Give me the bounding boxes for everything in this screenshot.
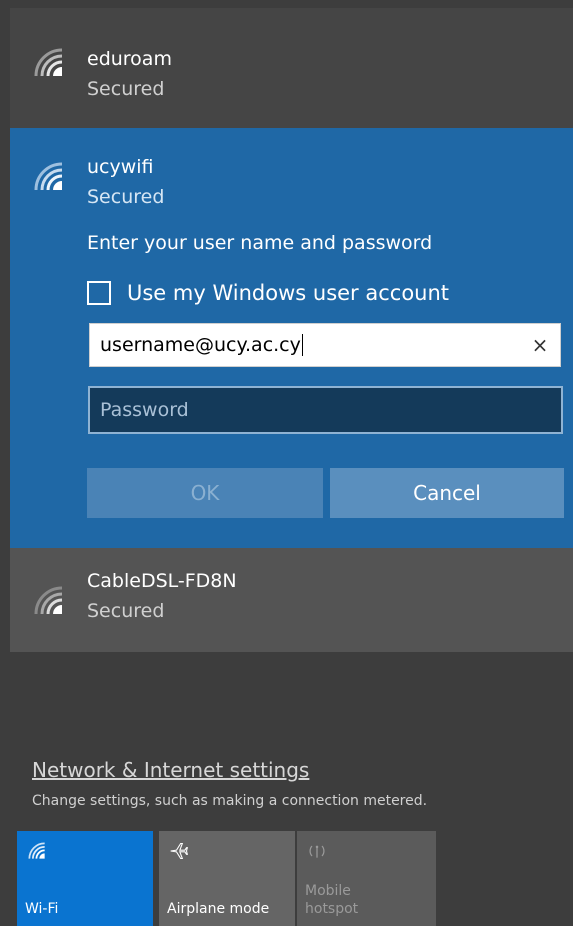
airplane-icon (169, 841, 189, 865)
wifi-signal-icon (32, 160, 66, 194)
wifi-icon (27, 841, 47, 865)
wifi-tile-label: Wi-Fi (25, 900, 59, 917)
network-flyout: eduroam Secured ucywifi Secured Enter yo… (0, 0, 573, 926)
hotspot-icon (307, 841, 327, 865)
network-item-cabledsl[interactable]: CableDSL-FD8N Secured (10, 548, 573, 652)
text-caret (301, 334, 303, 357)
airplane-mode-tile[interactable]: Airplane mode (159, 831, 295, 926)
username-value: username@ucy.ac.cy (100, 333, 301, 356)
network-item-ucywifi[interactable]: ucywifi Secured Enter your user name and… (10, 128, 573, 548)
ok-button[interactable]: OK (87, 468, 323, 518)
airplane-tile-label: Airplane mode (167, 900, 270, 917)
wifi-signal-icon (32, 584, 66, 618)
network-name: eduroam (87, 48, 172, 70)
mobile-hotspot-tile[interactable]: Mobile hotspot (297, 831, 436, 926)
windows-account-checkbox-label: Use my Windows user account (127, 281, 450, 305)
network-status: Secured (87, 186, 165, 208)
clear-icon[interactable]: × (520, 333, 560, 357)
network-status: Secured (87, 600, 165, 622)
network-status: Secured (87, 78, 165, 100)
username-field[interactable]: username@ucy.ac.cy × (89, 323, 561, 367)
wifi-toggle-tile[interactable]: Wi-Fi (17, 831, 153, 926)
network-settings-link[interactable]: Network & Internet settings (32, 758, 309, 782)
network-settings-description: Change settings, such as making a connec… (32, 793, 428, 809)
hotspot-tile-label: Mobile hotspot (305, 882, 359, 917)
wifi-signal-icon (32, 46, 66, 80)
network-name: ucywifi (87, 156, 154, 178)
network-item-eduroam[interactable]: eduroam Secured (10, 8, 573, 128)
windows-account-checkbox[interactable] (87, 281, 111, 305)
network-name: CableDSL-FD8N (87, 570, 237, 592)
windows-account-checkbox-row[interactable]: Use my Windows user account (87, 278, 449, 308)
password-placeholder: Password (100, 399, 189, 421)
password-field[interactable]: Password (88, 386, 563, 434)
cancel-button[interactable]: Cancel (330, 468, 564, 518)
credentials-prompt: Enter your user name and password (87, 232, 433, 254)
